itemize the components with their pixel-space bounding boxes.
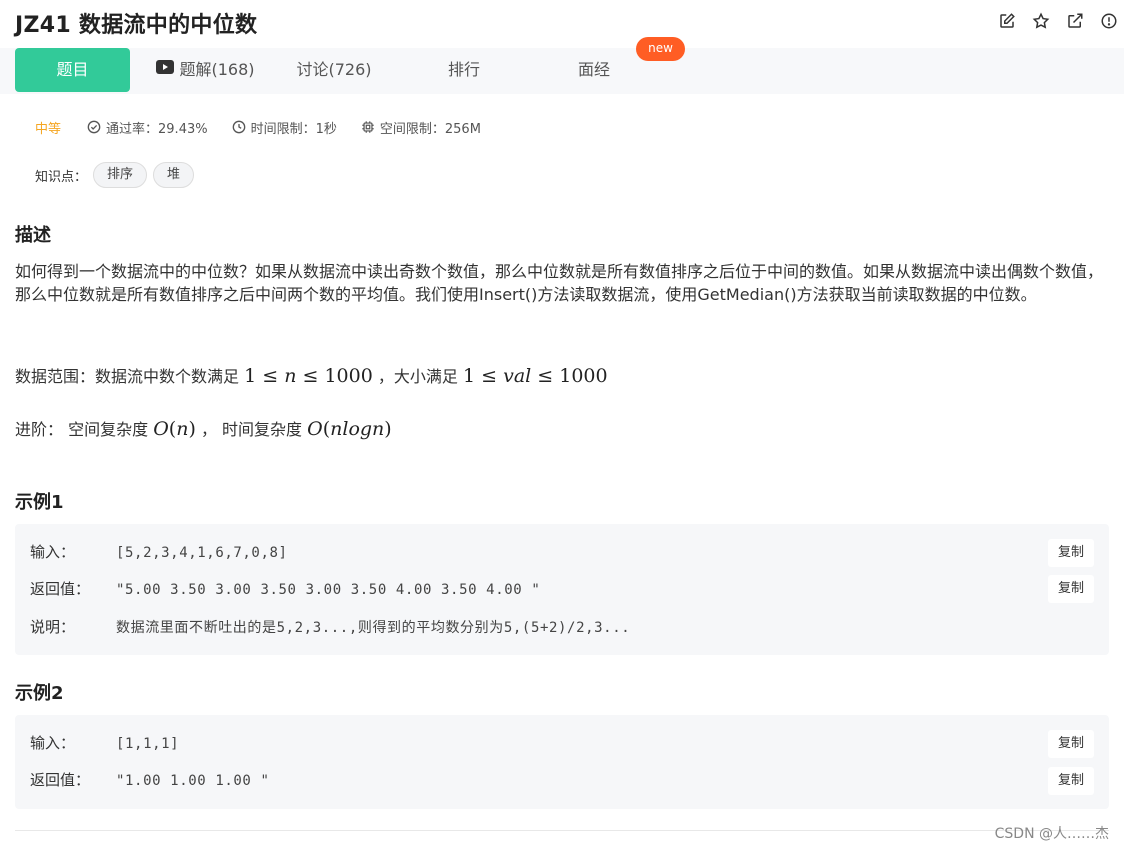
new-badge: new <box>636 37 685 61</box>
example2-input-value: [1,1,1] <box>116 736 180 752</box>
header: JZ41 数据流中的中位数 <box>0 0 1124 44</box>
knowledge-label: 知识点： <box>35 169 88 185</box>
example2-output-row: 返回值： "1.00 1.00 1.00 " <box>30 767 270 793</box>
advanced-complexity: 进阶： 空间复杂度 O(n) ， 时间复杂度 O(nlogn) <box>15 415 1110 444</box>
space-complexity-formula: O(n) <box>153 418 196 440</box>
header-actions <box>996 10 1120 32</box>
external-link-icon[interactable] <box>1064 10 1086 32</box>
edit-icon[interactable] <box>996 10 1018 32</box>
clock-icon <box>232 120 245 134</box>
data-range-prefix: 数据范围：数据流中数个数满足 <box>15 367 240 386</box>
problem-meta: 中等 通过率：29.43% 时间限制：1秒 空间限制：256M <box>35 117 505 137</box>
example1-explain-label: 说明： <box>30 618 76 636</box>
example2-input-label: 输入： <box>30 734 76 752</box>
pass-rate: 通过率：29.43% <box>87 118 208 137</box>
csdn-watermark: CSDN @人……杰 <box>994 826 1109 842</box>
example1-output-row: 返回值： "5.00 3.50 3.00 3.50 3.00 3.50 4.00 … <box>30 576 540 602</box>
example2-input-copy-button[interactable]: 复制 <box>1048 730 1094 758</box>
tag-sort[interactable]: 排序 <box>93 162 148 188</box>
example1-output-label: 返回值： <box>30 580 91 598</box>
example1-explain-value: 数据流里面不断吐出的是5,2,3...,则得到的平均数分别为5,(5+2)/2,… <box>116 620 631 636</box>
time-limit: 时间限制：1秒 <box>232 118 337 137</box>
data-range: 数据范围：数据流中数个数满足 1 ≤ n ≤ 1000 ，大小满足 1 ≤ va… <box>15 362 1110 391</box>
space-limit-text: 空间限制：256M <box>379 121 481 137</box>
example1-input-value: [5,2,3,4,1,6,7,0,8] <box>116 545 288 561</box>
knowledge-tags: 知识点： 排序 堆 <box>35 161 195 189</box>
data-range-mid: ，大小满足 <box>377 367 458 386</box>
advanced-mid: ， 时间复杂度 <box>200 420 303 439</box>
example1-box: 输入： [5,2,3,4,1,6,7,0,8] 复制 返回值： "5.00 3.50… <box>15 524 1109 655</box>
example1-output-value: "5.00 3.50 3.00 3.50 3.00 3.50 4.00 3.50… <box>116 582 541 598</box>
tab-discussion[interactable]: 讨论(726) <box>290 48 378 92</box>
problem-title: JZ41 数据流中的中位数 <box>15 13 258 38</box>
example1-heading: 示例1 <box>15 492 64 513</box>
tab-ranking[interactable]: 排行 <box>440 48 488 92</box>
range-formula-n: 1 ≤ n ≤ 1000 <box>244 365 373 387</box>
example2-output-copy-button[interactable]: 复制 <box>1048 767 1094 795</box>
example2-box: 输入： [1,1,1] 复制 返回值： "1.00 1.00 1.00 " 复制 <box>15 715 1109 809</box>
example1-input-row: 输入： [5,2,3,4,1,6,7,0,8] <box>30 539 288 565</box>
pass-rate-text: 通过率：29.43% <box>106 121 208 137</box>
tab-solutions[interactable]: 题解(168) <box>153 48 258 92</box>
example2-input-row: 输入： [1,1,1] <box>30 730 179 756</box>
description-heading: 描述 <box>15 225 51 246</box>
advanced-prefix: 进阶： 空间复杂度 <box>15 420 149 439</box>
check-circle-icon <box>87 120 101 134</box>
example2-output-label: 返回值： <box>30 771 91 789</box>
example2-output-value: "1.00 1.00 1.00 " <box>116 773 270 789</box>
bottom-divider <box>15 830 1109 831</box>
difficulty-label: 中等 <box>35 121 62 137</box>
space-limit: 空间限制：256M <box>361 118 481 137</box>
cpu-icon <box>362 121 374 133</box>
tab-interview[interactable]: 面经 <box>570 48 618 92</box>
range-formula-val: 1 ≤ val ≤ 1000 <box>463 365 608 387</box>
example1-explain-row: 说明： 数据流里面不断吐出的是5,2,3...,则得到的平均数分别为5,(5+2)… <box>30 614 630 640</box>
play-icon <box>156 47 175 91</box>
example1-output-copy-button[interactable]: 复制 <box>1048 575 1094 603</box>
example1-input-label: 输入： <box>30 543 76 561</box>
time-complexity-formula: O(nlogn) <box>307 418 392 440</box>
example1-input-copy-button[interactable]: 复制 <box>1048 539 1094 567</box>
tab-problem[interactable]: 题目 <box>15 48 130 92</box>
example2-heading: 示例2 <box>15 683 64 704</box>
report-icon[interactable] <box>1098 10 1120 32</box>
tab-solutions-label: 题解(168) <box>179 60 255 79</box>
tag-heap[interactable]: 堆 <box>153 162 195 188</box>
star-icon[interactable] <box>1030 10 1052 32</box>
tab-bar: 题目 题解(168) 讨论(726) 排行 面经 <box>0 48 1124 94</box>
description-text: 如何得到一个数据流中的中位数？如果从数据流中读出奇数个数值，那么中位数就是所有数… <box>15 262 1104 304</box>
time-limit-text: 时间限制：1秒 <box>250 121 337 137</box>
